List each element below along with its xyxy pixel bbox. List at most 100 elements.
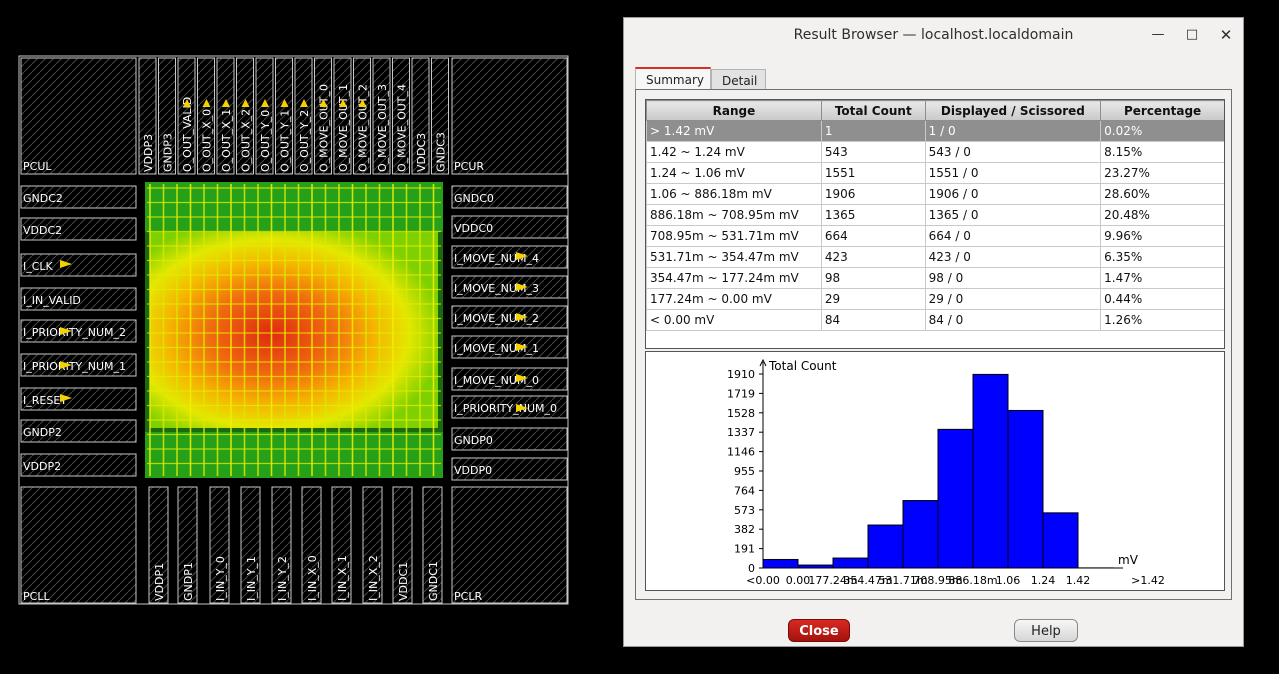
y-tick-label: 573 (734, 504, 755, 517)
chip-layout-view[interactable]: PCUL PCUR PCLL PCLR GNDC2 VDDC2 I_CLK I_IN_VALI… (0, 0, 622, 674)
column-header-range[interactable]: Range (646, 100, 822, 121)
table-row[interactable]: 177.24m ~ 0.00 mV 29 29 / 0 0.44% (646, 288, 1224, 310)
x-axis-label: mV (1118, 553, 1139, 567)
tab-summary[interactable]: Summary (635, 67, 711, 89)
table-cell: 84 (820, 309, 926, 331)
y-tick-label: 1910 (727, 368, 755, 381)
table-header-row: Range Total Count Displayed / Scissored … (646, 100, 1224, 121)
table-cell: 664 / 0 (924, 225, 1102, 247)
column-header-displayed-scissored[interactable]: Displayed / Scissored (924, 100, 1102, 121)
tab-detail[interactable]: Detail (711, 69, 766, 89)
table-row[interactable]: 531.71m ~ 354.47m mV 423 423 / 0 6.35% (646, 246, 1224, 268)
table-row[interactable]: > 1.42 mV 1 1 / 0 0.02% (646, 120, 1224, 142)
help-button[interactable]: Help (1014, 619, 1078, 642)
histogram-bar (867, 524, 904, 569)
histogram-bar (797, 564, 834, 569)
right-pad-label: I_PRIORITY_NUM_0 (454, 402, 557, 415)
corner-pad-label: PCUL (23, 160, 52, 173)
table-cell: 886.18m ~ 708.95m mV (646, 204, 822, 226)
bottom-pad-label: I_IN_X_0 (306, 555, 319, 601)
histogram-bar (972, 373, 1009, 569)
y-tick-label: 764 (734, 484, 755, 497)
right-pad-label: I_MOVE_NUM_1 (454, 342, 539, 355)
minimize-icon[interactable]: — (1149, 26, 1167, 44)
top-pad-label: O_OUT_Y_1 (279, 110, 292, 172)
table-cell: 29 (820, 288, 926, 310)
top-pad-label: VDDP3 (142, 134, 155, 172)
table-cell: 98 (820, 267, 926, 289)
table-row[interactable]: 886.18m ~ 708.95m mV 1365 1365 / 0 20.48% (646, 204, 1224, 226)
table-row[interactable]: < 0.00 mV 84 84 / 0 1.26% (646, 309, 1224, 331)
y-tick-label: 191 (734, 543, 755, 556)
table-row[interactable]: 354.47m ~ 177.24m mV 98 98 / 0 1.47% (646, 267, 1224, 289)
bottom-pad-label: VDDP1 (153, 563, 166, 601)
top-pad-label: O_MOVE_OUT_3 (376, 84, 389, 172)
table-cell: 1.47% (1100, 267, 1224, 289)
x-tick-label: 0.00 (786, 574, 811, 587)
table-cell: 0.44% (1100, 288, 1224, 310)
histogram-bar (1007, 409, 1044, 569)
corner-pad-cell (20, 486, 137, 604)
y-tick-label: 955 (734, 465, 755, 478)
table-cell: 28.60% (1100, 183, 1224, 205)
table-cell: 423 / 0 (924, 246, 1102, 268)
table-cell: 708.95m ~ 531.71m mV (646, 225, 822, 247)
table-cell: 1.42 ~ 1.24 mV (646, 141, 822, 163)
table-cell: < 0.00 mV (646, 309, 822, 331)
top-pad-label: O_MOVE_OUT_4 (396, 84, 409, 172)
right-pad-label: GNDP0 (454, 434, 493, 447)
column-header-total-count[interactable]: Total Count (820, 100, 926, 121)
result-browser-dialog: Result Browser — localhost.localdomain —… (623, 17, 1244, 647)
table-row[interactable]: 1.42 ~ 1.24 mV 543 543 / 0 8.15% (646, 141, 1224, 163)
right-pad-label: I_MOVE_NUM_4 (454, 252, 539, 265)
table-cell: 9.96% (1100, 225, 1224, 247)
top-pad-label: O_OUT_VALID (181, 97, 194, 172)
x-tick-label: 886.18m (948, 574, 997, 587)
histogram-chart: 019138257376495511461337152817191910<0.0… (727, 358, 1165, 587)
table-cell: 543 / 0 (924, 141, 1102, 163)
x-tick-label: 1.24 (1031, 574, 1056, 587)
corner-pad-cell (20, 57, 137, 175)
table-cell: 177.24m ~ 0.00 mV (646, 288, 822, 310)
maximize-icon[interactable]: □ (1183, 26, 1201, 44)
column-header-percentage[interactable]: Percentage (1100, 100, 1224, 121)
close-button[interactable]: Close (788, 619, 850, 642)
table-cell: 1.06 ~ 886.18m mV (646, 183, 822, 205)
table-cell: 1 (820, 120, 926, 142)
table-cell: 1365 / 0 (924, 204, 1102, 226)
top-pad-label: GNDP3 (162, 133, 175, 172)
summary-table-container[interactable]: Range Total Count Displayed / Scissored … (645, 99, 1225, 349)
table-row[interactable]: 1.24 ~ 1.06 mV 1551 1551 / 0 23.27% (646, 162, 1224, 184)
table-cell: 543 (820, 141, 926, 163)
table-cell: 23.27% (1100, 162, 1224, 184)
table-cell: 423 (820, 246, 926, 268)
table-cell: 0.02% (1100, 120, 1224, 142)
bottom-pad-label: I_IN_X_1 (336, 555, 349, 601)
top-pad-label: O_OUT_X_1 (220, 109, 233, 172)
table-cell: 1 / 0 (924, 120, 1102, 142)
x-tick-label: 1.06 (996, 574, 1021, 587)
x-tick-label: <0.00 (746, 574, 780, 587)
top-pad-label: O_OUT_X_2 (240, 109, 253, 172)
y-tick-label: 382 (734, 523, 755, 536)
table-cell: 1365 (820, 204, 926, 226)
top-pad-label: O_MOVE_OUT_2 (357, 84, 370, 172)
left-pad-label: I_PRIORITY_NUM_1 (23, 360, 126, 373)
title-bar: Result Browser — localhost.localdomain —… (624, 18, 1243, 52)
corner-pad-cell (451, 486, 568, 604)
table-cell: 1.24 ~ 1.06 mV (646, 162, 822, 184)
table-row[interactable]: 1.06 ~ 886.18m mV 1906 1906 / 0 28.60% (646, 183, 1224, 205)
corner-pad-label: PCUR (454, 160, 484, 173)
table-row[interactable]: 708.95m ~ 531.71m mV 664 664 / 0 9.96% (646, 225, 1224, 247)
corner-pad-label: PCLR (454, 590, 482, 603)
close-icon[interactable]: ✕ (1217, 26, 1235, 44)
table-cell: 84 / 0 (924, 309, 1102, 331)
right-pad-label: GNDC0 (454, 192, 494, 205)
bottom-pad-label: VDDC1 (397, 562, 410, 601)
bottom-pad-label: I_IN_Y_1 (245, 556, 258, 601)
right-pad-label: I_MOVE_NUM_2 (454, 312, 539, 325)
y-tick-label: 1719 (727, 387, 755, 400)
top-pad-label: O_OUT_Y_0 (259, 110, 272, 172)
left-pad-label: VDDC2 (23, 224, 62, 237)
table-cell: 1906 (820, 183, 926, 205)
